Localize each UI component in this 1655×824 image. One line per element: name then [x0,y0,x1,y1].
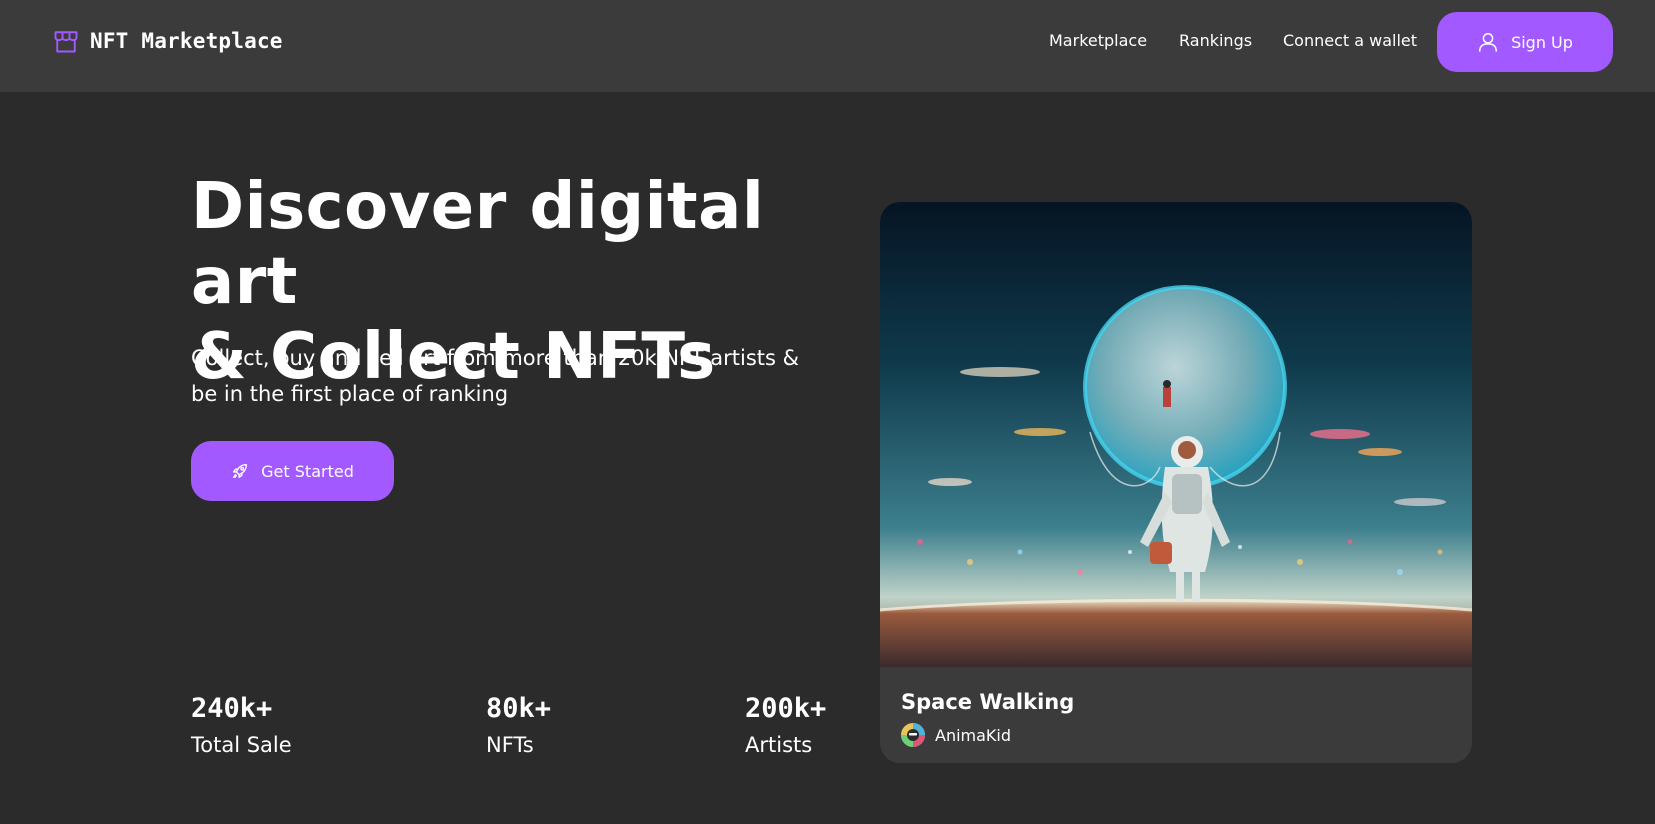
hero-subtitle-line-1: Collect, buy and sell art from more than… [191,346,800,370]
stat-total-sale: 240k+ Total Sale [191,692,292,762]
get-started-label: Get Started [261,461,354,481]
get-started-button[interactable]: Get Started [191,441,394,501]
nav-link-rankings[interactable]: Rankings [1179,31,1252,50]
sign-up-button[interactable]: Sign Up [1437,12,1613,72]
storefront-icon [54,31,78,53]
card-title: Space Walking [901,690,1075,714]
nav-link-connect-wallet[interactable]: Connect a wallet [1283,31,1417,50]
artist-name: AnimaKid [935,725,1012,745]
stat-value: 200k+ [745,693,827,724]
navbar: NFT Marketplace Marketplace Rankings Con… [0,0,1655,92]
brand-name: NFT Marketplace [90,29,283,53]
card-artist[interactable]: AnimaKid [901,722,1011,748]
nav-link-marketplace[interactable]: Marketplace [1049,31,1147,50]
sign-up-label: Sign Up [1511,32,1573,52]
stat-artists: 200k+ Artists [745,692,826,762]
featured-nft-card[interactable]: Space Walking AnimaKid [880,202,1472,763]
stat-label: Artists [745,733,813,757]
stat-nfts: 80k+ NFTs [486,692,551,762]
avatar [901,723,925,747]
stat-label: Total Sale [191,733,292,757]
hero-subtitle: Collect, buy and sell art from more than… [191,340,851,412]
rocket-icon [233,464,248,478]
astronaut-artwork-icon [880,202,1472,667]
stat-value: 80k+ [486,693,552,724]
hero-subtitle-line-2: be in the first place of ranking [191,382,509,406]
hero-title-line-1: Discover digital art [191,170,765,319]
user-icon [1479,33,1498,52]
stat-value: 240k+ [191,693,273,724]
stat-label: NFTs [486,733,534,757]
brand-logo[interactable]: NFT Marketplace [52,26,283,56]
